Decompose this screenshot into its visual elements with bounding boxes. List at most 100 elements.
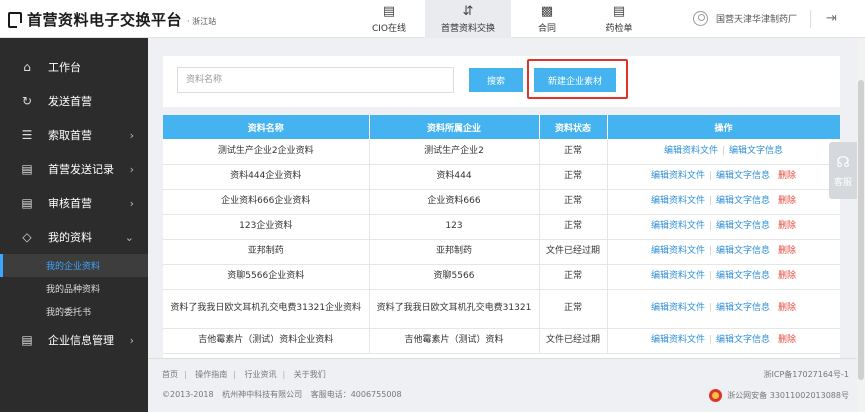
delete-link[interactable]: 删除 bbox=[778, 335, 796, 345]
report-icon: ▤ bbox=[612, 3, 626, 19]
logo[interactable]: 首营资料电子交换平台 · 浙江站 bbox=[8, 9, 216, 30]
exchange-arrows-icon: ⇵ bbox=[462, 3, 474, 19]
footer-link-news[interactable]: 行业资讯 bbox=[245, 370, 277, 379]
column-header-name: 资料名称 bbox=[163, 115, 370, 139]
edit-file-link[interactable]: 编辑资料文件 bbox=[651, 171, 705, 181]
copyright: ©2013-2018 bbox=[162, 390, 214, 399]
logo-icon bbox=[8, 11, 23, 29]
sidebar-item-send-records[interactable]: ▤ 首营发送记录 › bbox=[0, 152, 148, 186]
cell-name: 测试生产企业2企业资料 bbox=[163, 139, 370, 165]
police-badge-icon bbox=[709, 389, 723, 402]
scrollbar-thumb[interactable] bbox=[858, 80, 864, 380]
cell-name: 资聊5566企业资料 bbox=[163, 264, 370, 290]
new-company-material-button[interactable]: 新建企业素材 bbox=[534, 68, 616, 92]
edit-file-link[interactable]: 编辑资料文件 bbox=[651, 303, 705, 313]
cell-name: 吉他霉素片（测试）资料企业资料 bbox=[163, 328, 370, 354]
nav-first-exchange[interactable]: ⇵ 首营资料交换 bbox=[425, 0, 511, 38]
edit-text-link[interactable]: 编辑文字信息 bbox=[716, 196, 770, 206]
search-input[interactable] bbox=[177, 67, 454, 93]
top-bar: 首营资料电子交换平台 · 浙江站 ▤ CIO在线 ⇵ 首营资料交换 ▩ 合同 ▤… bbox=[0, 0, 865, 38]
footer-link-home[interactable]: 首页 bbox=[162, 370, 178, 379]
nav-inspection-report[interactable]: ▤ 药检单 bbox=[583, 0, 655, 38]
edit-text-link[interactable]: 编辑文字信息 bbox=[716, 246, 770, 256]
cell-status: 正常 bbox=[539, 214, 608, 240]
sidebar-subitem-authorization[interactable]: 我的委托书 bbox=[0, 300, 148, 323]
sidebar-item-label: 工作台 bbox=[48, 61, 81, 74]
contract-icon: ▩ bbox=[540, 3, 554, 19]
sidebar-item-my-materials[interactable]: ◇ 我的资料 ⌄ bbox=[0, 220, 148, 254]
table-row: 测试生产企业2企业资料 测试生产企业2 正常 编辑资料文件 | 编辑文字信息 bbox=[163, 139, 840, 165]
sidebar-item-workbench[interactable]: ⌂ 工作台 bbox=[0, 50, 148, 84]
chevron-right-icon: › bbox=[129, 162, 134, 176]
table-row: 吉他霉素片（测试）资料企业资料 吉他霉素片（测试）资料 文件已经过期 编辑资料文件 | 编… bbox=[163, 328, 840, 354]
edit-file-link[interactable]: 编辑资料文件 bbox=[651, 335, 705, 345]
icp-record[interactable]: 浙ICP备17027164号-1 bbox=[764, 369, 849, 380]
top-nav: ▤ CIO在线 ⇵ 首营资料交换 ▩ 合同 ▤ 药检单 bbox=[353, 0, 655, 38]
footer-link-guide[interactable]: 操作指南 bbox=[195, 370, 227, 379]
edit-text-link[interactable]: 编辑文字信息 bbox=[716, 271, 770, 281]
delete-link[interactable]: 删除 bbox=[778, 246, 796, 256]
police-record[interactable]: 浙公网安备 33011002013088号 bbox=[709, 389, 849, 402]
table-row: 资料了我我日欧文耳机孔交电费31321企业资料 资料了我我日欧文耳机孔交电费313… bbox=[163, 289, 840, 329]
customer-service-button[interactable]: ☊ 客服 bbox=[829, 142, 857, 199]
footer-links: 首页 | 操作指南 | 行业资讯 | 关于我们 bbox=[162, 369, 326, 380]
scrollbar[interactable] bbox=[857, 38, 865, 412]
sidebar-item-company-info[interactable]: ▤ 企业信息管理 › bbox=[0, 323, 148, 357]
cell-name: 123企业资料 bbox=[163, 214, 370, 240]
logout-icon[interactable]: ⇥ bbox=[826, 11, 837, 26]
delete-link[interactable]: 删除 bbox=[778, 221, 796, 231]
user-menu[interactable]: 国营天津华津制药厂 bbox=[693, 11, 797, 26]
cell-status: 正常 bbox=[539, 139, 608, 165]
divider: | bbox=[708, 221, 713, 231]
edit-text-link[interactable]: 编辑文字信息 bbox=[729, 146, 783, 156]
sidebar-item-label: 审核首营 bbox=[48, 197, 92, 210]
edit-file-link[interactable]: 编辑资料文件 bbox=[664, 146, 718, 156]
delete-link[interactable]: 删除 bbox=[778, 303, 796, 313]
divider: | bbox=[708, 196, 713, 206]
cell-company: 亚邦制药 bbox=[369, 239, 540, 265]
edit-text-link[interactable]: 编辑文字信息 bbox=[716, 303, 770, 313]
sidebar-item-send-first[interactable]: ↻ 发送首营 bbox=[0, 84, 148, 118]
sidebar-item-audit-first[interactable]: ▤ 审核首营 › bbox=[0, 186, 148, 220]
table-header-row: 资料名称 资料所属企业 资料状态 操作 bbox=[163, 115, 840, 139]
send-icon: ↻ bbox=[21, 94, 33, 108]
edit-file-link[interactable]: 编辑资料文件 bbox=[651, 246, 705, 256]
footer-link-about[interactable]: 关于我们 bbox=[294, 370, 326, 379]
edit-text-link[interactable]: 编辑文字信息 bbox=[716, 221, 770, 231]
police-record-text: 浙公网安备 33011002013088号 bbox=[727, 391, 849, 400]
user-name: 国营天津华津制药厂 bbox=[716, 15, 798, 25]
cell-status: 文件已经过期 bbox=[539, 239, 608, 265]
company-icon: ▤ bbox=[21, 333, 33, 347]
record-icon: ▤ bbox=[21, 162, 33, 176]
divider: | bbox=[184, 370, 187, 379]
cell-name: 资料444企业资料 bbox=[163, 164, 370, 190]
sidebar-subitem-product-materials[interactable]: 我的品种资料 bbox=[0, 277, 148, 300]
sidebar-item-label: 我的资料 bbox=[48, 231, 92, 244]
sidebar: ⌂ 工作台 ↻ 发送首营 ☰ 索取首营 › ▤ 首营发送记录 › ▤ 审核首营 … bbox=[0, 38, 148, 412]
delete-link[interactable]: 删除 bbox=[778, 171, 796, 181]
sidebar-item-request-first[interactable]: ☰ 索取首营 › bbox=[0, 118, 148, 152]
divider bbox=[810, 10, 811, 28]
delete-link[interactable]: 删除 bbox=[778, 196, 796, 206]
cell-actions: 编辑资料文件 | 编辑文字信息 删除 bbox=[607, 239, 840, 265]
sidebar-subitem-company-materials[interactable]: 我的企业资料 bbox=[0, 254, 148, 277]
cell-status: 正常 bbox=[539, 164, 608, 190]
cell-actions: 编辑资料文件 | 编辑文字信息 删除 bbox=[607, 328, 840, 354]
home-icon: ⌂ bbox=[23, 60, 31, 74]
materials-table: 资料名称 资料所属企业 资料状态 操作 测试生产企业2企业资料 测试生产企业2 正常… bbox=[163, 115, 840, 354]
edit-text-link[interactable]: 编辑文字信息 bbox=[716, 171, 770, 181]
nav-cio-online[interactable]: ▤ CIO在线 bbox=[353, 0, 425, 38]
edit-text-link[interactable]: 编辑文字信息 bbox=[716, 335, 770, 345]
cell-name: 亚邦制药 bbox=[163, 239, 370, 265]
edit-file-link[interactable]: 编辑资料文件 bbox=[651, 271, 705, 281]
delete-link[interactable]: 删除 bbox=[778, 271, 796, 281]
edit-file-link[interactable]: 编辑资料文件 bbox=[651, 221, 705, 231]
table-row: 123企业资料 123 正常 编辑资料文件 | 编辑文字信息 删除 bbox=[163, 214, 840, 240]
table-row: 亚邦制药 亚邦制药 文件已经过期 编辑资料文件 | 编辑文字信息 删除 bbox=[163, 239, 840, 265]
cell-company: 123 bbox=[369, 214, 540, 240]
nav-label: CIO在线 bbox=[371, 23, 407, 34]
edit-file-link[interactable]: 编辑资料文件 bbox=[651, 196, 705, 206]
nav-contract[interactable]: ▩ 合同 bbox=[511, 0, 583, 38]
search-button[interactable]: 搜索 bbox=[469, 68, 523, 92]
nav-label: 药检单 bbox=[605, 23, 633, 34]
